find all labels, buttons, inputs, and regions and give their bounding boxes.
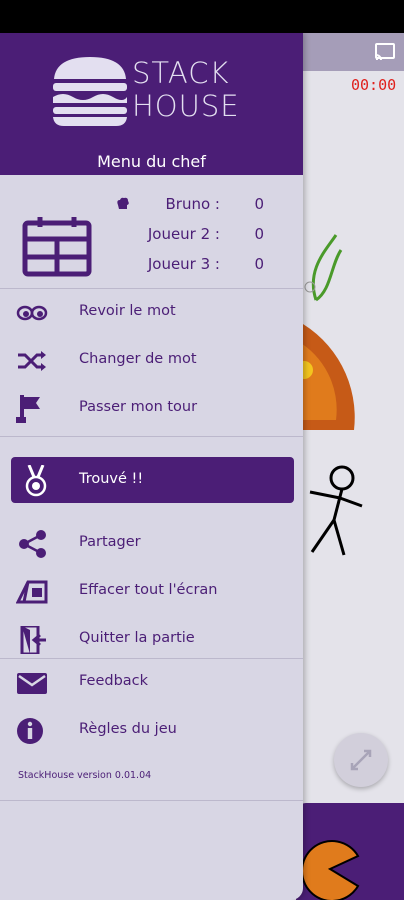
menu-item-clear-screen[interactable]: Effacer tout l'écran	[0, 570, 303, 614]
menu-item-label: Quitter la partie	[79, 630, 195, 646]
player-name: Joueur 2 :	[147, 225, 220, 243]
cast-icon[interactable]	[374, 43, 396, 61]
app-version: StackHouse version 0.01.04	[18, 770, 152, 781]
exit-door-icon	[20, 626, 46, 654]
menu-item-label: Règles du jeu	[79, 721, 177, 737]
player-row: Bruno : 0	[110, 195, 270, 217]
menu-item-share[interactable]: Partager	[0, 522, 303, 566]
eyes-icon	[16, 305, 48, 321]
status-bar	[0, 0, 404, 33]
calendar-icon	[22, 217, 92, 277]
medal-icon	[25, 465, 47, 497]
player-row: Joueur 3 : 0	[110, 255, 270, 277]
navigation-drawer: STACK HOUSE Menu du chef Bruno : 0 Joueu…	[0, 33, 303, 900]
player-name: Bruno :	[165, 195, 220, 213]
menu-item-review-word[interactable]: Revoir le mot	[0, 291, 303, 335]
menu-item-label: Changer de mot	[79, 351, 197, 367]
menu-item-rules[interactable]: Règles du jeu	[0, 709, 303, 753]
divider	[0, 800, 303, 801]
info-icon	[17, 718, 43, 744]
divider	[0, 436, 303, 437]
found-button-label: Trouvé !!	[79, 471, 144, 487]
menu-item-label: Passer mon tour	[79, 399, 198, 415]
menu-item-skip-turn[interactable]: Passer mon tour	[0, 387, 303, 431]
menu-item-change-word[interactable]: Changer de mot	[0, 339, 303, 383]
divider	[0, 658, 303, 659]
drawer-header: STACK HOUSE Menu du chef	[0, 33, 303, 175]
menu-item-label: Feedback	[79, 673, 149, 689]
menu-item-quit-game[interactable]: Quitter la partie	[0, 618, 303, 662]
fullscreen-fab[interactable]	[334, 733, 388, 787]
scoreboard: Bruno : 0 Joueur 2 : 0 Joueur 3 : 0	[0, 175, 303, 287]
player-score: 0	[254, 255, 264, 273]
burger-logo-icon	[53, 57, 127, 126]
player-score: 0	[254, 195, 264, 213]
game-drawing	[296, 234, 363, 556]
envelope-icon	[17, 673, 47, 694]
share-icon	[19, 530, 46, 558]
expand-icon	[350, 749, 372, 771]
menu-item-label: Revoir le mot	[79, 303, 176, 319]
shuffle-icon	[18, 351, 46, 371]
eraser-icon	[16, 580, 48, 604]
logo-line-2: HOUSE	[132, 89, 240, 123]
pacman-drawing	[301, 840, 360, 900]
game-timer: 00:00	[351, 76, 397, 94]
player-row: Joueur 2 : 0	[110, 225, 270, 247]
menu-item-label: Effacer tout l'écran	[79, 582, 218, 598]
player-name: Joueur 3 :	[147, 255, 220, 273]
menu-item-feedback[interactable]: Feedback	[0, 661, 303, 705]
menu-item-label: Partager	[79, 534, 141, 550]
flag-icon	[16, 395, 40, 423]
player-score: 0	[254, 225, 264, 243]
app-logo-text: STACK HOUSE	[132, 57, 240, 123]
drawer-title: Menu du chef	[97, 152, 206, 171]
logo-line-1: STACK	[132, 56, 230, 90]
found-button[interactable]: Trouvé !!	[11, 457, 294, 503]
divider	[0, 288, 303, 289]
